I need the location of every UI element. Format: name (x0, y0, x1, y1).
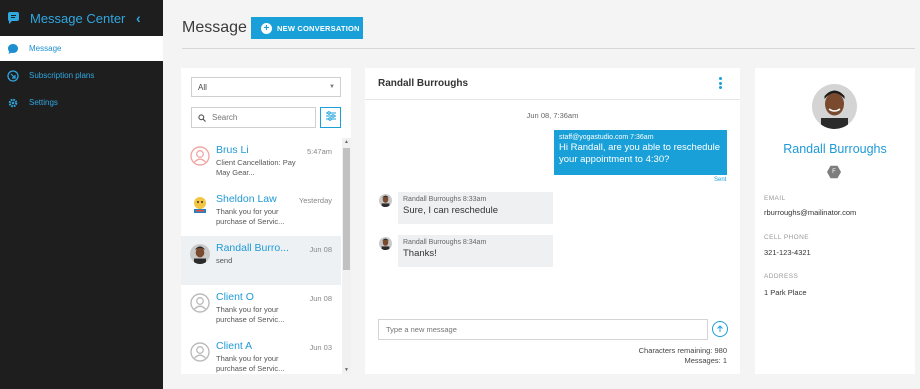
avatar (379, 237, 392, 250)
send-button[interactable] (712, 321, 728, 337)
sidebar-item-settings[interactable]: Settings (0, 90, 163, 115)
message-input[interactable] (386, 325, 686, 334)
date-separator: Jun 08, 7:36am (526, 111, 579, 120)
incoming-bubble: Randall Burroughs 8:34am Thanks! (398, 235, 553, 267)
conversation-preview: send (216, 256, 233, 265)
chat-header: Randall Burroughs (365, 68, 740, 100)
contact-phone: 321-123-4321 (764, 248, 811, 257)
message-composer (378, 319, 708, 340)
conversation-name: Client A (216, 340, 253, 352)
conversation-name: Brus Li (216, 144, 249, 156)
message-status: Sent (714, 177, 727, 183)
search-box (191, 107, 316, 128)
avatar (190, 146, 210, 166)
subscription-icon (7, 69, 19, 82)
caret-down-icon: ▼ (329, 84, 335, 90)
contact-address: 1 Park Place (764, 288, 807, 297)
message-center-logo-icon (6, 11, 20, 25)
contact-name: Randall Burroughs (783, 142, 887, 156)
message-text: Thanks! (403, 248, 437, 259)
scrollbar-thumb[interactable] (343, 148, 350, 270)
message-meta: Randall Burroughs 8:33am (403, 196, 487, 203)
conversation-time: Jun 08 (309, 245, 332, 254)
email-label: EMAIL (764, 195, 786, 202)
conversation-time: Jun 03 (309, 343, 332, 352)
new-conversation-label: NEW CONVERSATION (277, 23, 360, 33)
page-title: Message (182, 19, 247, 36)
conversation-preview: Thank you for your purchase of Servic... (216, 207, 285, 226)
filter-options-button[interactable] (320, 107, 341, 128)
contact-badge: F (827, 165, 841, 179)
message-meta: Randall Burroughs 8:34am (403, 239, 487, 246)
conversation-preview: Thank you for your purchase of Servic... (216, 305, 285, 324)
arrow-up-icon (716, 320, 724, 338)
contact-email: rburroughs@mailinator.com (764, 208, 857, 217)
conversation-list-scrollbar[interactable]: ▲ ▼ (342, 138, 351, 374)
chat-bubble-icon (7, 43, 19, 55)
conversation-item[interactable]: Client A Jun 03 Thank you for your purch… (181, 334, 341, 374)
conversation-preview: Client Cancellation: Pay May Gear... (216, 158, 296, 177)
message-meta: staff@yogastudio.com 7:36am (559, 134, 654, 141)
conversation-item[interactable]: Sheldon Law Yesterday Thank you for your… (181, 187, 341, 236)
avatar (190, 195, 210, 215)
sidebar-header: Message Center ‹ (0, 0, 163, 36)
conversation-time: Jun 08 (309, 294, 332, 303)
message-counter: Characters remaining: 980 Messages: 1 (639, 346, 727, 366)
collapse-chevron-icon[interactable]: ‹ (136, 10, 141, 26)
conversation-preview: Thank you for your purchase of Servic... (216, 354, 285, 373)
sliders-icon (325, 109, 337, 127)
filter-value: All (198, 82, 207, 92)
sidebar-item-subscription-plans[interactable]: Subscription plans (0, 63, 163, 88)
new-conversation-button[interactable]: + NEW CONVERSATION (251, 17, 363, 39)
outgoing-message: staff@yogastudio.com 7:36am Hi Randall, … (554, 130, 727, 175)
conversation-name: Sheldon Law (216, 193, 277, 205)
conversation-list-panel: All ▼ Brus Li 5:47am Client Cancellation… (181, 68, 351, 374)
chat-title: Randall Burroughs (378, 78, 469, 89)
conversation-time: 5:47am (306, 147, 332, 156)
more-options-icon[interactable] (719, 77, 723, 90)
incoming-bubble: Randall Burroughs 8:33am Sure, I can res… (398, 192, 553, 224)
conversation-list: Brus Li 5:47am Client Cancellation: Pay … (181, 138, 341, 374)
avatar (190, 293, 210, 313)
address-label: ADDRESS (764, 273, 799, 280)
conversation-filter-select[interactable]: All ▼ (191, 77, 341, 97)
search-icon (198, 109, 206, 127)
scroll-down-arrow-icon[interactable]: ▼ (344, 367, 349, 373)
gear-icon (7, 97, 19, 109)
phone-label: CELL PHONE (764, 234, 809, 241)
conversation-name: Client O (216, 291, 254, 303)
sidebar-item-label: Settings (29, 98, 58, 107)
scroll-up-arrow-icon[interactable]: ▲ (344, 139, 349, 145)
message-text: Hi Randall, are you able to reschedule y… (559, 142, 721, 165)
message-text: Sure, I can reschedule (403, 205, 499, 216)
contact-panel: Randall Burroughs F EMAIL rburroughs@mai… (755, 68, 915, 374)
avatar (379, 194, 392, 207)
contact-avatar (812, 84, 857, 129)
sidebar: Message Center ‹ Message Subscription pl… (0, 0, 163, 389)
conversation-name: Randall Burro... (216, 242, 289, 254)
sidebar-item-label: Subscription plans (29, 71, 95, 80)
header-divider (182, 48, 915, 49)
sidebar-item-label: Message (29, 44, 62, 53)
sidebar-title: Message Center (30, 10, 126, 26)
characters-remaining: Characters remaining: 980 (638, 346, 727, 355)
conversation-time: Yesterday (298, 196, 332, 205)
chat-panel: Randall Burroughs Jun 08, 7:36am staff@y… (365, 68, 740, 374)
messages-count: Messages: 1 (684, 356, 727, 365)
plus-icon: + (261, 22, 272, 34)
avatar (190, 244, 210, 264)
conversation-item[interactable]: Client O Jun 08 Thank you for your purch… (181, 285, 341, 334)
conversation-item-selected[interactable]: Randall Burro... Jun 08 send (181, 236, 341, 285)
avatar (190, 342, 210, 362)
conversation-item[interactable]: Brus Li 5:47am Client Cancellation: Pay … (181, 138, 341, 187)
sidebar-item-message[interactable]: Message (0, 36, 163, 61)
search-input[interactable] (212, 113, 312, 122)
